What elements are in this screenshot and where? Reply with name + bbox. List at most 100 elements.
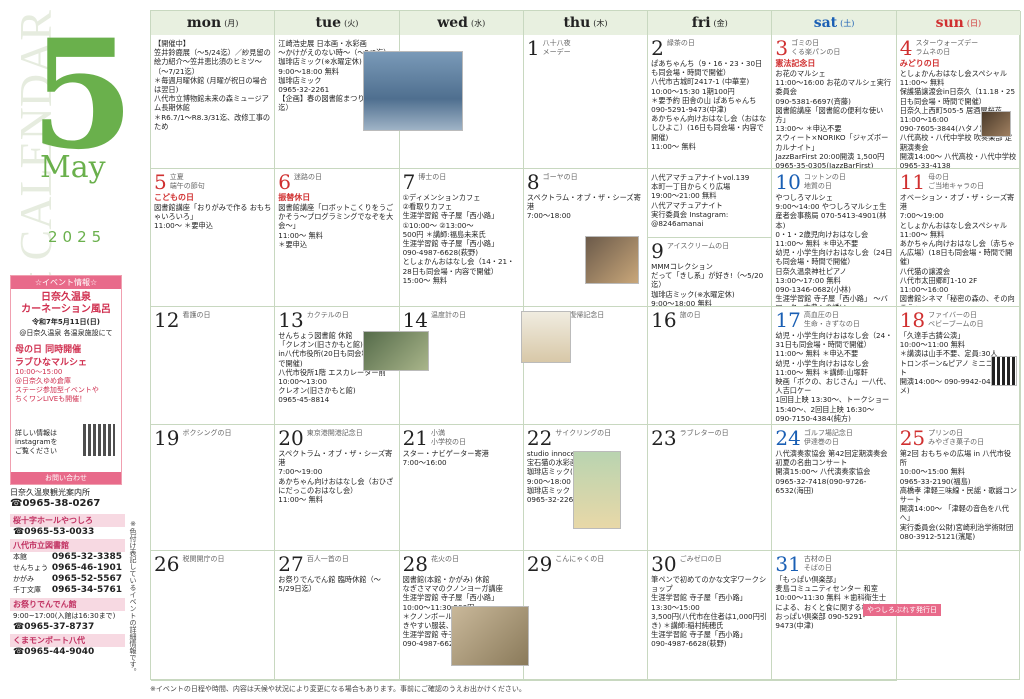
event-text: ぱあちゃんち（9・16・23・30日も同会場・時間で開催） 八代市古城町2417… <box>651 59 767 151</box>
day-header-fri: fri (金) <box>648 11 773 35</box>
day-cell[interactable]: 八代アマチュアナイトvol.139 本町一丁目からくり広場 19:00～21:0… <box>648 169 773 238</box>
day-number: 24 <box>775 426 801 450</box>
day-cell[interactable]: 10 コットンの日 地質の日 やつしろマルシェ 9:00～14:00 やつしろマルシ… <box>772 169 897 307</box>
day-number: 28 <box>402 552 429 576</box>
contact-address: 日奈久温泉観光案内所 <box>10 488 90 497</box>
day-jp: (水) <box>470 18 486 28</box>
day-number: 6 <box>278 170 292 194</box>
day-cell[interactable]: 20 東京港開港記念日 スペクトラム・オブ・ザ・シーズ寄港 7:00～19:00 あ… <box>275 425 400 551</box>
day-cell[interactable]: 5 立夏 端午の節句 こどもの日 図書館講座「おりがみで作る おもちゃいろいろ」 11… <box>151 169 276 307</box>
book-photo <box>521 311 571 363</box>
contact-row: せんちょう 0965-46-1901 <box>13 563 122 573</box>
yoga-photo <box>451 606 529 666</box>
contact-hall: 桜十字ホールやつしろ ☎0965-53-0033 <box>10 514 125 537</box>
day-name: sat <box>813 15 838 31</box>
contact-port: くまモンポート八代 ☎0965-44-9040 <box>10 634 125 657</box>
event-info-box: ☆イベント情報☆ 日奈久温泉 カーネーション風呂 令和7年5月11日(日) @日… <box>10 275 122 485</box>
event-text: 図書館講座「ロボットこくりをうごかそう～プログラミングでなぞを大会～」 11:0… <box>278 203 394 249</box>
event-title: 日奈久温泉 カーネーション風呂 <box>21 292 111 315</box>
day-number: 14 <box>402 308 429 332</box>
day-number: 26 <box>154 552 180 576</box>
day-number: 11 <box>899 170 926 194</box>
holiday-title: 振替休日 <box>278 193 311 202</box>
day-number: 8 <box>526 170 540 194</box>
day-number: 25 <box>899 426 926 450</box>
day-observance: アイスクリームの日 <box>666 242 730 250</box>
day-header-wed: wed (水) <box>399 11 524 35</box>
instagram-note: 詳しい情報は instagramを ご覧ください <box>15 429 58 455</box>
day-cell[interactable]: 21 小満 小学校の日 スター・ナビゲーター寄港 7:00～16:00 <box>399 425 524 551</box>
holiday-title: みどりの日 <box>899 59 940 68</box>
event-text: オベーション・オブ・ザ・シーズ寄港 7:00～19:00 としょかんおはなし会ス… <box>899 193 1015 306</box>
day-cell[interactable]: 25 プリンの日 みやざき菓子の日 第2回 おもちゃの広場 in 八代市役所 10:… <box>896 425 1021 551</box>
event-text: やつしろマルシェ 9:00～14:00 やつしろマルシェ生産者会事務局 070-… <box>775 193 893 306</box>
day-cell[interactable]: 1 八十八夜 メーデー <box>523 35 649 169</box>
day-jp: (土) <box>840 18 855 28</box>
day-name: wed <box>437 15 468 31</box>
day-cell[interactable]: 23 ラブレターの日 <box>648 425 773 551</box>
cat-photo <box>981 111 1011 137</box>
day-cell[interactable]: 4 スターウォーズデー ラムネの日 みどりの日 としょかんおはなし会スペシャル 11:… <box>896 35 1021 169</box>
day-observance <box>403 37 520 39</box>
day-jp: (日) <box>966 18 982 28</box>
day-observance: 八十八夜 メーデー <box>542 39 571 56</box>
mother-day-note: ステージ参加型イベントや ちくワンLIVEも開催！ <box>15 386 99 403</box>
day-observance: 緑茶の日 <box>666 39 695 47</box>
day-cell[interactable]: 16 旅の日 <box>648 307 773 425</box>
day-number: 5 <box>154 170 167 194</box>
day-number: 20 <box>278 426 304 450</box>
day-name: fri <box>691 15 711 31</box>
day-header-thu: thu (木) <box>523 11 649 35</box>
day-cell[interactable]: 7 博士の日 ①ディメンションカフェ ②看取りカフェ 生涯学習館 寺子屋「西小路」 … <box>399 169 524 307</box>
day-cell[interactable]: 12 看護の日 <box>151 307 276 425</box>
contact-phone: ☎0965-38-0267 <box>10 498 101 509</box>
day-cell[interactable]: 27 百人一首の日 お祭りでんでん館 臨時休館（～5/29日迄） <box>275 551 400 681</box>
day-observance: 立夏 端午の節句 <box>169 173 205 190</box>
room-photo <box>363 331 429 371</box>
event-text: ①ディメンションカフェ ②看取りカフェ 生涯学習館 寺子屋「西小路」 ①10:0… <box>402 193 515 285</box>
day-cell[interactable]: 2 緑茶の日 ぱあちゃんち（9・16・23・30日も同会場・時間で開催） 八代市古城… <box>648 35 773 169</box>
day-header-sun: sun (日) <box>896 11 1021 35</box>
day-jp: (火) <box>344 18 359 28</box>
qr-code-icon <box>991 356 1017 386</box>
day-cell[interactable]: 29 こんにゃくの日 <box>523 551 649 681</box>
day-cell[interactable]: 31 古材の日 そばの日 「もっぱい倶楽部」 麦島コミュニティセンター 和室 10:… <box>772 551 897 681</box>
day-cell[interactable]: 【開催中】 笠井鈴鹿展（～5/24迄）／紗見留の絵力紹介～笠井恵比須のヒミツ～（… <box>151 35 276 169</box>
vertical-note: ※色付け表記しているイベントの詳細情報です。 <box>129 520 137 675</box>
event-text: 第2回 おもちゃの広場 in 八代市役所 10:00～15:00 無料 0965… <box>899 449 1017 541</box>
contact-name: 桜十字ホールやつしろ <box>10 514 125 527</box>
day-number: 23 <box>651 426 677 450</box>
contact-library: 八代市立図書館 本館 0965-32-3385 せんちょう 0965-46-1901… <box>10 539 125 596</box>
day-cell[interactable]: 30 ごみゼロの日 筆ペンで初めてのかな文字ワークショップ 生涯学習館 寺子屋「西小… <box>648 551 773 681</box>
cafe-photo <box>585 236 639 284</box>
day-cell[interactable]: 26 税関開庁の日 <box>151 551 276 681</box>
day-observance: スターウォーズデー ラムネの日 <box>915 39 979 56</box>
day-number: 7 <box>402 170 416 194</box>
footnote: ※イベントの日程や時間、内容は天候や状況により変更になる場合もあります。事前にご… <box>150 685 526 693</box>
day-cell[interactable]: 6 迷路の日 振替休日 図書館講座「ロボットこくりをうごかそう～プログラミングでなぞを… <box>275 169 400 307</box>
day-header-tue: tue (火) <box>275 11 400 35</box>
contact-tel: ☎0965-37-8737 <box>13 622 95 632</box>
event-text: お祭りでんでん館 臨時休館（～5/29日迄） <box>278 575 381 594</box>
event-text: 「もっぱい倶楽部」 麦島コミュニティセンター 和室 10:00～11:30 無料… <box>775 575 887 631</box>
day-number: 9 <box>651 239 664 263</box>
event-date: 令和7年5月11日(日) <box>32 318 100 326</box>
publish-badge: やつしろぶれす発行日 <box>863 604 941 616</box>
day-observance: 博士の日 <box>418 173 447 181</box>
day-cell[interactable]: 3 ゴミの日 くる楽パンの日 憲法記念日 お花のマルシェ 11:00～16:00 お花… <box>772 35 897 169</box>
day-cell[interactable]: 11 母の日 ご当地キャラの日 オベーション・オブ・ザ・シーズ寄港 7:00～19:… <box>896 169 1021 307</box>
event-text: 八代演奏家協会 第42回定期演奏会 初夏の名曲コンサート 開演15:00～ 八代… <box>775 449 888 495</box>
day-cell[interactable]: 17 高血圧の日 生命・きずなの日 幼児・小学生向けおはなし会（24・31日も同会場… <box>772 307 897 425</box>
month-number: 5 <box>30 7 135 183</box>
day-number: 17 <box>775 308 801 332</box>
day-number: 31 <box>775 552 801 576</box>
day-number: 22 <box>526 426 553 450</box>
day-cell[interactable]: 9 アイスクリームの日 MMMコレクション だって「きし系」が好き!（～5/20迄）… <box>648 238 773 307</box>
day-cell[interactable]: 19 ボクシングの日 <box>151 425 276 551</box>
sidebar: Event CALENDAR 5 May 2025 ☆イベント情報☆ 日奈久温泉… <box>0 0 148 699</box>
day-number: 29 <box>526 552 553 576</box>
day-number: 18 <box>899 308 926 332</box>
day-jp: (木) <box>593 18 608 28</box>
day-cell[interactable]: 24 ゴルフ場記念日 伊達巻の日 八代演奏家協会 第42回定期演奏会 初夏の名曲コン… <box>772 425 897 551</box>
day-jp: (金) <box>713 18 728 28</box>
